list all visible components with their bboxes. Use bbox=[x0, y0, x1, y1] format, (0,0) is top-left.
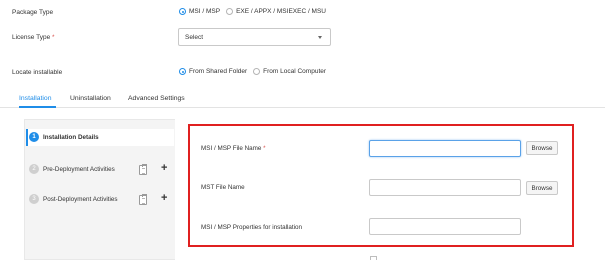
locate-radio-group: From Shared Folder From Local Computer bbox=[179, 68, 332, 75]
step-number-badge: 2 bbox=[29, 164, 39, 174]
step-number-badge: 1 bbox=[29, 132, 39, 142]
step-number-badge: 3 bbox=[29, 194, 39, 204]
tab-advanced-settings[interactable]: Advanced Settings bbox=[128, 95, 185, 102]
license-type-select-value: Select bbox=[185, 33, 204, 41]
step-label: Post-Deployment Activities bbox=[43, 195, 118, 203]
steps-panel: 1 Installation Details 2 Pre-Deployment … bbox=[24, 119, 175, 260]
locate-option-shared-folder[interactable]: From Shared Folder bbox=[179, 68, 247, 75]
radio-selected-icon[interactable] bbox=[179, 8, 186, 15]
step-post-deployment[interactable]: 3 Post-Deployment Activities bbox=[29, 194, 118, 204]
tab-installation[interactable]: Installation bbox=[19, 95, 52, 102]
radio-unselected-icon[interactable] bbox=[253, 68, 261, 75]
step-label: Installation Details bbox=[43, 133, 99, 141]
browse-msi-button[interactable]: Browse bbox=[526, 141, 558, 155]
installation-details-box: MSI / MSP File Name * Browse MST File Na… bbox=[188, 124, 574, 247]
plus-icon[interactable]: + bbox=[161, 193, 167, 204]
tab-uninstallation[interactable]: Uninstallation bbox=[70, 95, 111, 102]
mst-file-label: MST File Name bbox=[201, 184, 245, 191]
package-type-option-exe[interactable]: EXE / APPX / MSIEXEC / MSU bbox=[226, 8, 326, 15]
step-pre-deployment[interactable]: 2 Pre-Deployment Activities bbox=[29, 164, 115, 174]
package-type-option-exe-label: EXE / APPX / MSIEXEC / MSU bbox=[236, 8, 327, 15]
required-mark: * bbox=[263, 145, 266, 152]
locate-option-local-computer[interactable]: From Local Computer bbox=[253, 68, 326, 75]
required-mark: * bbox=[52, 34, 55, 41]
locate-option-shared-folder-label: From Shared Folder bbox=[189, 68, 248, 75]
clipboard-icon[interactable] bbox=[139, 194, 147, 205]
mst-file-input[interactable] bbox=[369, 179, 521, 196]
msi-file-label-text: MSI / MSP File Name bbox=[201, 145, 262, 152]
active-tab-indicator bbox=[19, 106, 56, 108]
tab-bar: Installation Uninstallation Advanced Set… bbox=[0, 94, 605, 108]
package-type-option-msi-label: MSI / MSP bbox=[189, 8, 221, 15]
properties-label: MSI / MSP Properties for installation bbox=[201, 224, 303, 231]
package-type-radio-group: MSI / MSP EXE / APPX / MSIEXEC / MSU bbox=[179, 8, 332, 15]
clipboard-icon[interactable] bbox=[139, 164, 147, 175]
license-type-label-text: License Type bbox=[12, 34, 51, 41]
package-type-option-msi[interactable]: MSI / MSP bbox=[179, 8, 220, 15]
properties-input[interactable] bbox=[369, 218, 521, 235]
step-label: Pre-Deployment Activities bbox=[43, 165, 115, 173]
msi-file-label: MSI / MSP File Name * bbox=[201, 145, 266, 152]
browse-mst-button[interactable]: Browse bbox=[526, 181, 558, 195]
radio-selected-icon[interactable] bbox=[179, 68, 186, 75]
step-installation-details[interactable]: 1 Installation Details bbox=[29, 132, 99, 142]
package-type-label: Package Type bbox=[12, 9, 54, 16]
locate-installable-label: Locate installable bbox=[12, 69, 63, 76]
plus-icon[interactable]: + bbox=[161, 163, 167, 174]
license-type-select[interactable]: Select bbox=[178, 28, 331, 46]
chevron-down-icon bbox=[318, 36, 322, 39]
msi-file-input[interactable] bbox=[369, 140, 521, 157]
checkbox[interactable] bbox=[370, 256, 377, 260]
license-type-label: License Type * bbox=[12, 34, 55, 41]
radio-unselected-icon[interactable] bbox=[226, 8, 234, 15]
locate-option-local-computer-label: From Local Computer bbox=[263, 68, 327, 75]
